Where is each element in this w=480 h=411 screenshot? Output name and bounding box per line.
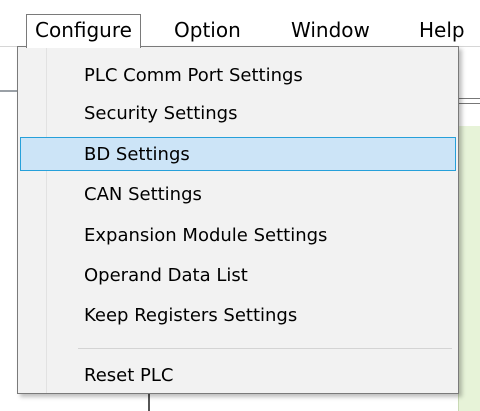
menu-item-keep-registers-settings[interactable]: Keep Registers Settings [20, 299, 456, 333]
workspace-area [458, 126, 480, 411]
menu-item-label: Keep Registers Settings [84, 305, 298, 326]
menu-item-expansion-module-settings[interactable]: Expansion Module Settings [20, 219, 456, 253]
menu-item-label: Expansion Module Settings [84, 225, 328, 246]
menu-item-label: Operand Data List [84, 265, 248, 286]
menu-window[interactable]: Window [283, 14, 378, 46]
background-panel-edge [148, 392, 150, 411]
menu-item-bd-settings[interactable]: BD Settings [20, 137, 456, 171]
menu-item-can-settings[interactable]: CAN Settings [20, 178, 456, 212]
menu-item-label: BD Settings [84, 144, 190, 165]
menu-item-label: CAN Settings [84, 184, 202, 205]
configure-dropdown-menu: PLC Comm Port Settings Security Settings… [17, 46, 459, 394]
menu-configure[interactable]: Configure [26, 14, 141, 48]
menu-bar: Configure Option Window Help [0, 0, 480, 48]
menu-item-reset-plc[interactable]: Reset PLC [20, 359, 456, 393]
menu-item-security-settings[interactable]: Security Settings [20, 97, 456, 131]
menu-item-plc-comm-port-settings[interactable]: PLC Comm Port Settings [20, 59, 456, 93]
menu-item-label: Security Settings [84, 103, 238, 124]
menu-item-label: Reset PLC [84, 365, 174, 386]
menu-item-label: PLC Comm Port Settings [84, 65, 303, 86]
menu-separator [78, 348, 452, 349]
menu-option[interactable]: Option [166, 14, 249, 46]
background-toolbar-edge [458, 98, 480, 104]
menu-help[interactable]: Help [411, 14, 473, 46]
menu-item-operand-data-list[interactable]: Operand Data List [20, 259, 456, 293]
background-divider [0, 90, 18, 92]
